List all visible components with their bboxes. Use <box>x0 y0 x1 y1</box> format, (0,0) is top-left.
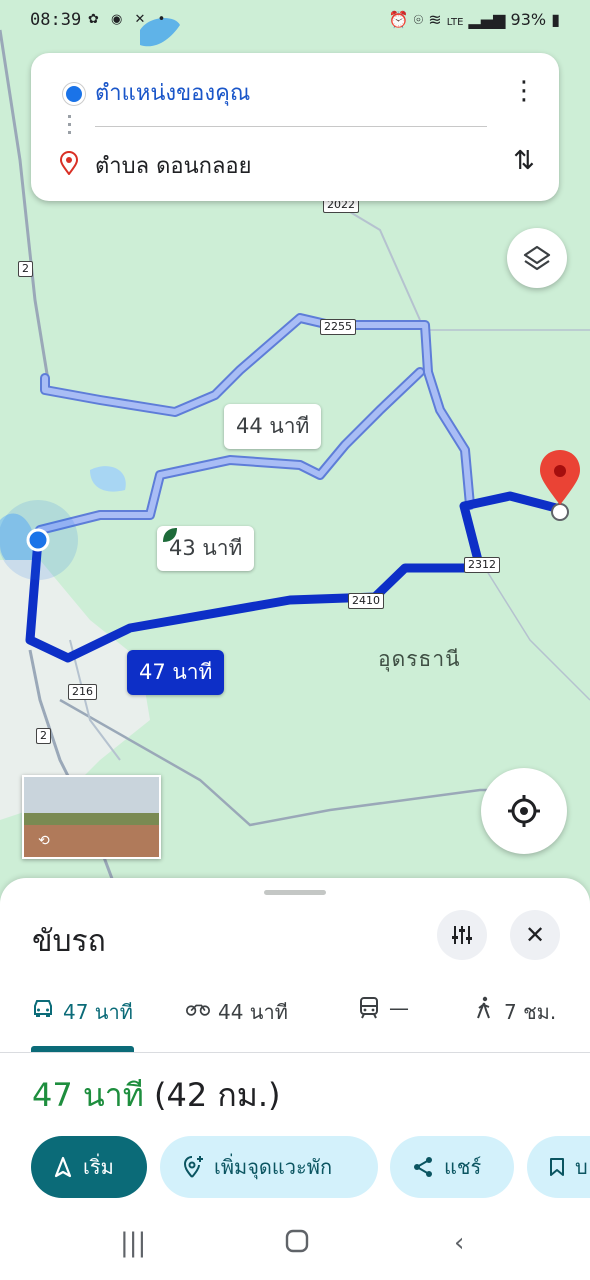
lotus-icon: ✿ <box>88 12 103 27</box>
route-distance: (42 กม.) <box>154 1076 281 1114</box>
close-icon: ✕ <box>524 921 546 949</box>
more-options-button[interactable]: ⋮ <box>509 73 539 109</box>
add-stop-label: เพิ่มจุดแวะพัก <box>214 1155 333 1179</box>
layers-button[interactable] <box>507 228 567 288</box>
signal-icon: ▂▄▆ <box>468 10 506 29</box>
eco-leaf-icon <box>163 528 177 542</box>
alarm-icon: ⏰ <box>388 10 409 29</box>
destination-pin-icon <box>60 151 78 175</box>
car-icon <box>31 996 55 1020</box>
route-label-text: 43 นาที <box>169 536 243 560</box>
street-view-thumbnail[interactable]: ⟲ <box>22 775 161 859</box>
add-stop-button[interactable]: เพิ่มจุดแวะพัก <box>160 1136 378 1198</box>
location-icon: ⌾ <box>413 10 424 29</box>
road-shield: 2255 <box>320 319 356 335</box>
battery-percent: 93% <box>510 10 547 29</box>
road-shield: 2 <box>18 261 33 277</box>
selected-tab-indicator <box>31 1046 134 1052</box>
divider <box>95 126 487 127</box>
tab-label: 7 ชม. <box>504 1000 557 1024</box>
tab-label: — <box>389 996 409 1020</box>
route-connector <box>68 115 71 137</box>
destination-dot <box>551 503 569 521</box>
system-icons: ⏰ ⌾ ≋ LTE ▂▄▆ 93% ▮ <box>389 10 560 30</box>
route-label-alt-eco[interactable]: 43 นาที <box>157 526 255 571</box>
tool-icon: ✕ <box>134 12 150 27</box>
layers-icon <box>523 245 551 271</box>
route-duration: 47 นาที <box>32 1076 144 1114</box>
my-location-button[interactable] <box>481 768 567 854</box>
tab-transit[interactable]: — <box>357 990 409 1058</box>
pond <box>90 466 126 492</box>
road-shield: 2312 <box>464 557 500 573</box>
tab-motorcycle[interactable]: 44 นาที <box>186 990 288 1058</box>
share-icon <box>412 1156 434 1178</box>
messenger-icon: ◉ <box>111 12 127 27</box>
status-bar: 08:39 ✿ ◉ ✕ • ⏰ ⌾ ≋ LTE ▂▄▆ 93% ▮ <box>0 0 590 44</box>
crosshair-icon <box>508 795 540 827</box>
road-shield: 2410 <box>348 593 384 609</box>
walk-icon <box>472 996 496 1020</box>
bookmark-icon <box>549 1157 565 1177</box>
notification-icons: ✿ ◉ ✕ • <box>88 12 169 27</box>
recent-apps-button[interactable]: ||| <box>120 1228 146 1258</box>
road <box>479 559 590 701</box>
motorcycle-icon <box>186 996 210 1020</box>
battery-icon: ▮ <box>551 10 560 29</box>
tab-label: 44 นาที <box>218 1000 288 1024</box>
route-summary: 47 นาที (42 กม.) <box>32 1070 281 1121</box>
share-label: แชร์ <box>444 1155 482 1179</box>
sheet-title: ขับรถ <box>32 924 106 959</box>
back-chevron-icon: ‹ <box>454 1228 465 1258</box>
home-button[interactable] <box>284 1228 310 1261</box>
swap-button[interactable]: ⇅ <box>507 143 541 179</box>
home-icon <box>285 1229 309 1253</box>
recents-icon: ||| <box>120 1228 147 1258</box>
route-label-primary[interactable]: 47 นาที <box>127 650 225 695</box>
route-primary <box>25 491 565 663</box>
road-shield: 2 <box>36 728 51 744</box>
tab-label: 47 นาที <box>63 1000 133 1024</box>
swap-vert-icon: ⇅ <box>513 146 535 176</box>
travel-mode-tabs: 47 นาที 44 นาที — 7 ชม. <box>0 990 590 1053</box>
start-button[interactable]: เริ่ม <box>31 1136 147 1198</box>
close-button[interactable]: ✕ <box>510 910 560 960</box>
origin-field[interactable]: ตำแหน่งของคุณ <box>95 75 250 110</box>
road <box>329 199 421 321</box>
train-icon <box>357 996 381 1020</box>
destination-field[interactable]: ตำบล ดอนกลอย <box>95 148 252 183</box>
destination-pin-icon <box>540 450 580 505</box>
save-label: บ <box>575 1155 588 1179</box>
rotate-360-icon: ⟲ <box>38 833 50 849</box>
directions-card: ตำแหน่งของคุณ ตำบล ดอนกลอย ⋮ ⇅ <box>31 53 559 201</box>
add-location-icon <box>182 1155 204 1179</box>
action-chips: เริ่ม เพิ่มจุดแวะพัก แชร์ บ <box>0 1136 590 1198</box>
status-time: 08:39 <box>30 10 82 30</box>
wifi-icon: ≋ <box>428 10 442 29</box>
volte-icon: LTE <box>446 17 464 28</box>
route-options-button[interactable] <box>437 910 487 960</box>
place-label: อุดรธานี <box>378 647 461 671</box>
road-shield: 216 <box>68 684 97 700</box>
navigation-arrow-icon <box>53 1156 73 1178</box>
tab-walk[interactable]: 7 ชม. <box>472 990 556 1058</box>
my-location-icon <box>26 528 50 552</box>
dot-icon: • <box>157 12 170 27</box>
tune-icon <box>452 926 472 944</box>
drag-handle[interactable] <box>264 890 326 895</box>
back-button[interactable]: ‹ <box>454 1228 464 1258</box>
system-navigation-bar: ||| ‹ <box>0 1210 590 1280</box>
start-label: เริ่ม <box>83 1155 114 1179</box>
save-button[interactable]: บ <box>527 1136 590 1198</box>
origin-dot-icon <box>63 83 85 105</box>
share-button[interactable]: แชร์ <box>390 1136 514 1198</box>
more-vert-icon: ⋮ <box>511 76 537 106</box>
route-label-alt[interactable]: 44 นาที <box>224 404 322 449</box>
